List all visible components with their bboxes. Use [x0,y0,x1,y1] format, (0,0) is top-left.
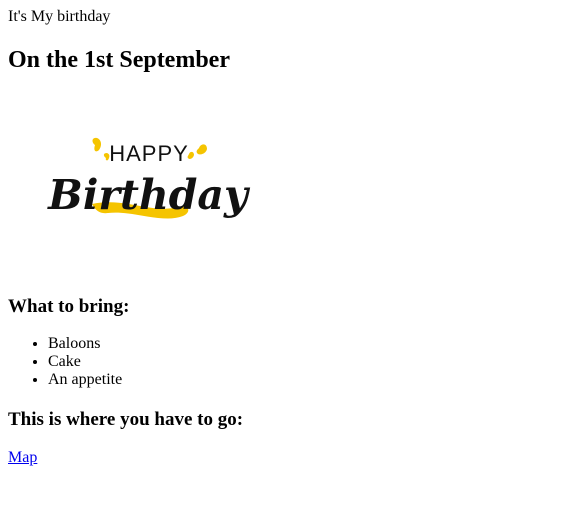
bring-heading: What to bring: [8,296,130,317]
route-heading: This is where you have to go: [8,409,244,430]
list-item: Baloons [48,335,122,353]
page-title: On the 1st September [8,47,230,73]
happy-birthday-image: HAPPY Birthday [8,93,272,273]
happy-text: HAPPY [109,141,189,166]
bring-list: Baloons Cake An appetite [8,335,122,389]
birthday-page: It's My birthday On the 1st September HA… [0,0,580,527]
intro-text: It's My birthday [8,8,111,25]
map-link[interactable]: Map [8,449,37,467]
list-item: An appetite [48,371,122,389]
birthday-script-text: Birthday [47,171,251,219]
list-item: Cake [48,353,122,371]
happy-birthday-artwork: HAPPY Birthday [8,93,272,273]
